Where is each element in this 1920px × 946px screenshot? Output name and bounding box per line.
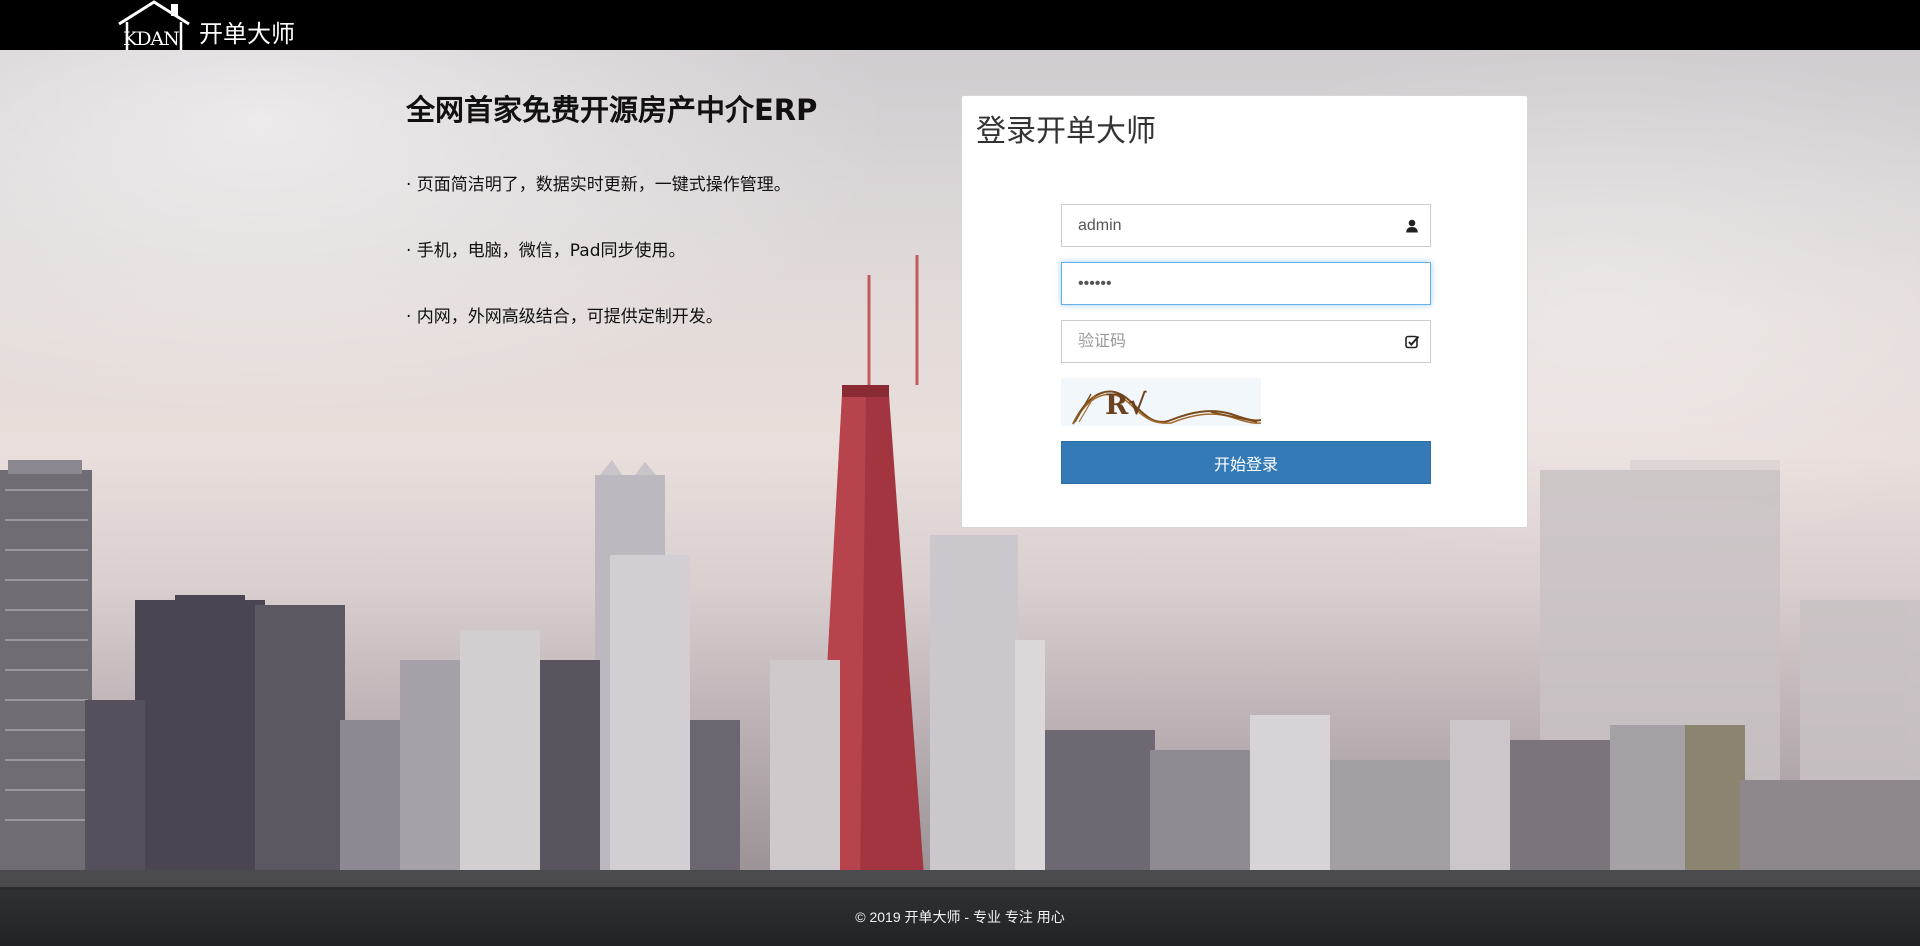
logo[interactable]: KDAN 开单大师 (113, 0, 295, 50)
captcha-input[interactable] (1062, 321, 1430, 362)
city-skyline-image (0, 255, 1920, 890)
logo-letters: KDAN (123, 28, 180, 50)
username-input[interactable] (1062, 205, 1430, 246)
intro-section: 全网首家免费开源房产中介ERP · 页面简洁明了，数据实时更新，一键式操作管理。… (406, 90, 866, 371)
login-page: KDAN 开单大师 全网首家免费开源房产中介ERP · 页面简洁明了，数据实时更… (0, 0, 1920, 946)
intro-point: · 内网，外网高级结合，可提供定制开发。 (406, 307, 723, 327)
footer-copyright: © 2019 开单大师 - 专业 专注 用心 (855, 909, 1065, 925)
footer: © 2019 开单大师 - 专业 专注 用心 (0, 887, 1920, 946)
login-card: 登录开单大师 R√ (961, 95, 1528, 528)
house-logo-icon: KDAN (113, 0, 195, 50)
top-bar: KDAN 开单大师 (0, 0, 1920, 50)
intro-title: 全网首家免费开源房产中介ERP (406, 93, 818, 127)
intro-point: · 页面简洁明了，数据实时更新，一键式操作管理。 (406, 175, 791, 195)
login-button[interactable]: 开始登录 (1061, 441, 1431, 484)
username-field (1061, 204, 1431, 247)
check-square-icon (1405, 335, 1420, 349)
intro-point: · 手机，电脑，微信，Pad同步使用。 (406, 241, 686, 261)
captcha-image[interactable]: R√ (1061, 378, 1262, 426)
captcha-field (1061, 320, 1431, 363)
password-field (1061, 262, 1431, 305)
user-icon (1406, 219, 1418, 233)
password-input[interactable] (1062, 263, 1430, 304)
brand-name: 开单大师 (199, 20, 295, 48)
login-title: 登录开单大师 (976, 114, 1156, 149)
captcha-text: R√ (1105, 388, 1147, 421)
background-image (0, 0, 1920, 946)
